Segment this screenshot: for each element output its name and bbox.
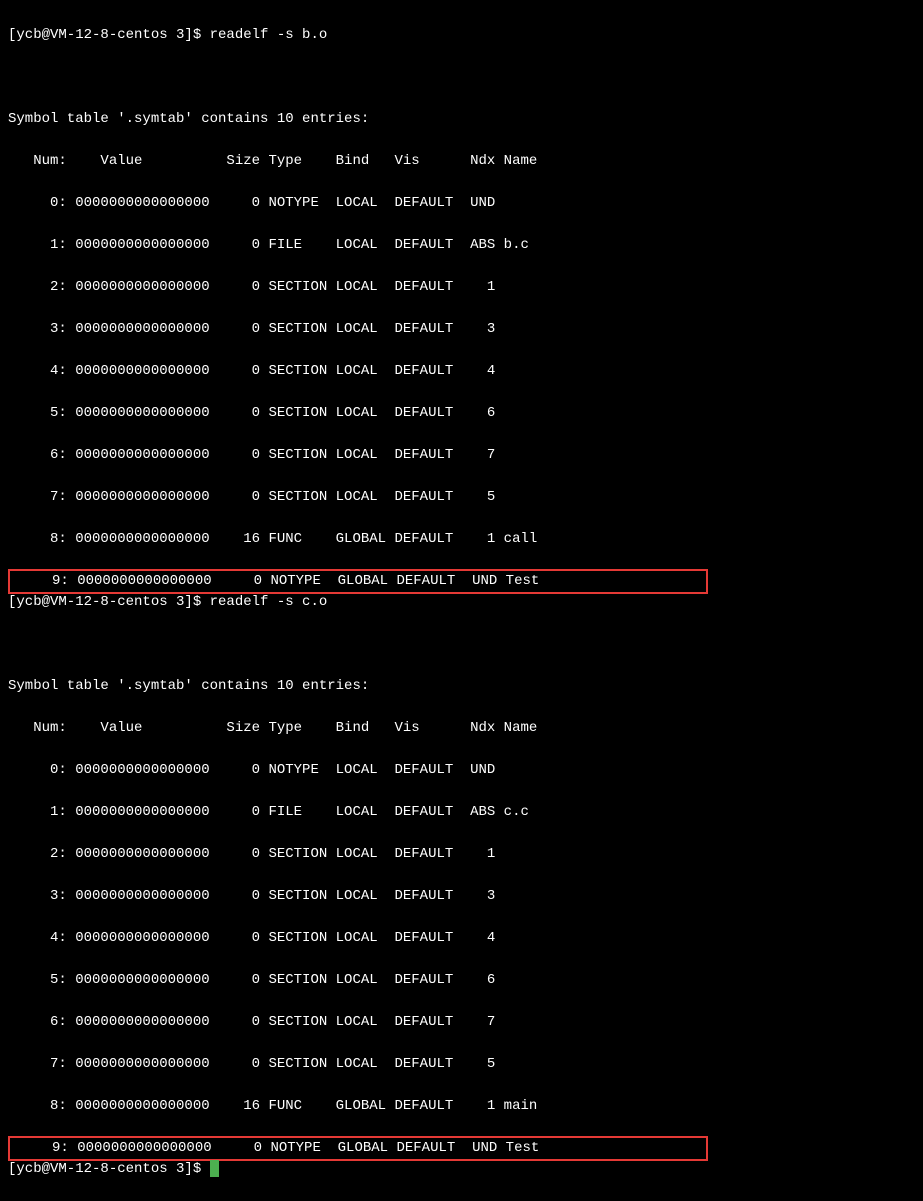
table-row: 0: 0000000000000000 0 NOTYPE LOCAL DEFAU… bbox=[8, 760, 915, 781]
highlighted-row-2: 9: 0000000000000000 0 NOTYPE GLOBAL DEFA… bbox=[8, 1136, 708, 1161]
table-row: 5: 0000000000000000 0 SECTION LOCAL DEFA… bbox=[8, 970, 915, 991]
terminal-output[interactable]: [ycb@VM-12-8-centos 3]$ readelf -s b.o S… bbox=[8, 4, 915, 1201]
table-header-1: Num: Value Size Type Bind Vis Ndx Name bbox=[8, 151, 915, 172]
table-row: 3: 0000000000000000 0 SECTION LOCAL DEFA… bbox=[8, 886, 915, 907]
table-row: 4: 0000000000000000 0 SECTION LOCAL DEFA… bbox=[8, 928, 915, 949]
table-row-highlighted: 9: 0000000000000000 0 NOTYPE GLOBAL DEFA… bbox=[10, 1138, 706, 1159]
final-prompt-text: [ycb@VM-12-8-centos 3]$ bbox=[8, 1161, 210, 1177]
symbol-table-title-1: Symbol table '.symtab' contains 10 entri… bbox=[8, 109, 915, 130]
table-row: 6: 0000000000000000 0 SECTION LOCAL DEFA… bbox=[8, 445, 915, 466]
table-row: 2: 0000000000000000 0 SECTION LOCAL DEFA… bbox=[8, 844, 915, 865]
table-row: 2: 0000000000000000 0 SECTION LOCAL DEFA… bbox=[8, 277, 915, 298]
highlighted-row-1: 9: 0000000000000000 0 NOTYPE GLOBAL DEFA… bbox=[8, 569, 708, 594]
table-header-2: Num: Value Size Type Bind Vis Ndx Name bbox=[8, 718, 915, 739]
table-row: 6: 0000000000000000 0 SECTION LOCAL DEFA… bbox=[8, 1012, 915, 1033]
command-prompt-1: [ycb@VM-12-8-centos 3]$ readelf -s b.o bbox=[8, 25, 915, 46]
table-row: 4: 0000000000000000 0 SECTION LOCAL DEFA… bbox=[8, 361, 915, 382]
command-prompt-2: [ycb@VM-12-8-centos 3]$ readelf -s c.o bbox=[8, 592, 915, 613]
table-row: 7: 0000000000000000 0 SECTION LOCAL DEFA… bbox=[8, 1054, 915, 1075]
table-row: 5: 0000000000000000 0 SECTION LOCAL DEFA… bbox=[8, 403, 915, 424]
table-row-highlighted: 9: 0000000000000000 0 NOTYPE GLOBAL DEFA… bbox=[10, 571, 706, 592]
blank-line bbox=[8, 67, 915, 88]
table-row: 0: 0000000000000000 0 NOTYPE LOCAL DEFAU… bbox=[8, 193, 915, 214]
terminal-cursor bbox=[210, 1160, 219, 1177]
table-row: 8: 0000000000000000 16 FUNC GLOBAL DEFAU… bbox=[8, 529, 915, 550]
table-row: 8: 0000000000000000 16 FUNC GLOBAL DEFAU… bbox=[8, 1096, 915, 1117]
table-row: 3: 0000000000000000 0 SECTION LOCAL DEFA… bbox=[8, 319, 915, 340]
blank-line bbox=[8, 634, 915, 655]
symbol-table-title-2: Symbol table '.symtab' contains 10 entri… bbox=[8, 676, 915, 697]
table-row: 1: 0000000000000000 0 FILE LOCAL DEFAULT… bbox=[8, 235, 915, 256]
final-prompt-line: [ycb@VM-12-8-centos 3]$ bbox=[8, 1159, 915, 1180]
table-row: 1: 0000000000000000 0 FILE LOCAL DEFAULT… bbox=[8, 802, 915, 823]
table-row: 7: 0000000000000000 0 SECTION LOCAL DEFA… bbox=[8, 487, 915, 508]
